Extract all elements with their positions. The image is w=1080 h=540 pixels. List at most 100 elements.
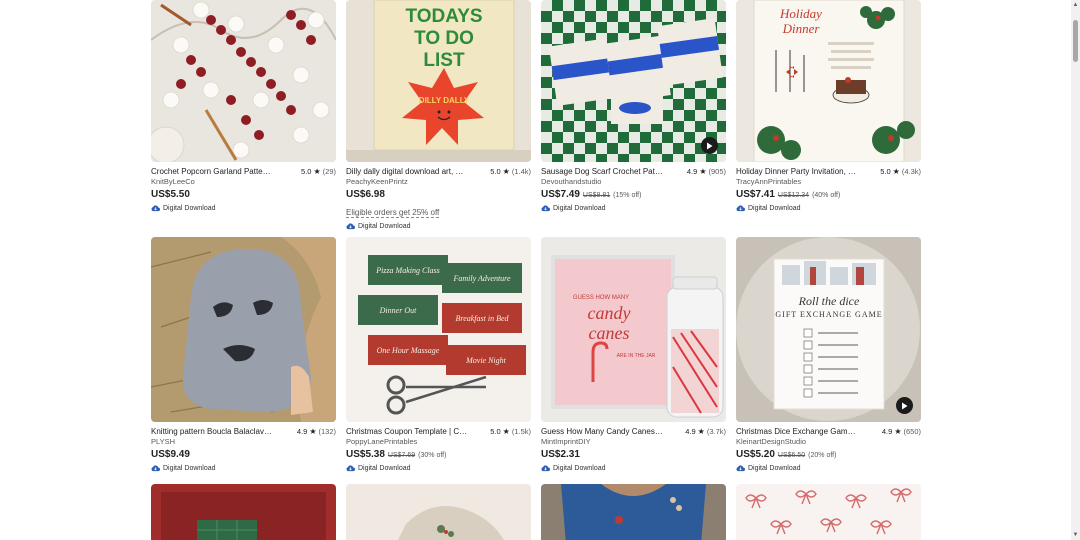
listing-card[interactable] [736,484,921,540]
listing-title[interactable]: Holiday Dinner Party Invitation, … [736,167,856,176]
digital-download-badge: Digital Download [151,463,336,473]
listing-card[interactable]: TODAYS TO DO LIST DILLY DALLY Dilly dall… [346,0,531,231]
rating-value: 4.9 [881,427,893,436]
listing-title[interactable]: Christmas Dice Exchange Game,… [736,427,858,436]
coupon-4: Breakfast in Bed [455,314,509,323]
listing-title[interactable]: Knitting pattern Boucla Balaclav… [151,427,272,436]
star-icon: ★ [894,426,902,436]
listing-card[interactable]: Roll the dice GIFT EXCHANGE GAME Christm… [736,237,921,473]
dice-title2: GIFT EXCHANGE GAME [775,310,882,319]
cloud-download-icon [346,223,355,230]
scrollbar-thumb[interactable] [1073,20,1078,62]
review-count: (29) [322,167,336,176]
digital-download-label: Digital Download [748,464,801,472]
listing-price: US$5.20 [736,449,775,460]
listing-title[interactable]: Christmas Coupon Template | C… [346,427,467,436]
coupon-1: Pizza Making Class [375,266,440,275]
discount-label: (20% off) [808,452,837,459]
candy-jar-text: ARE IN THE JAR [617,353,656,359]
scroll-up-arrow-icon[interactable]: ▲ [1072,2,1079,8]
listing-rating: 5.0 ★ (29) [301,167,336,176]
star-icon: ★ [697,426,705,436]
digital-download-badge: Digital Download [346,221,531,231]
listing-image[interactable]: TODAYS TO DO LIST DILLY DALLY [346,0,531,162]
digital-download-label: Digital Download [163,204,216,212]
listing-rating: 4.9 ★ (3.7k) [685,427,726,436]
listing-image[interactable] [151,484,336,540]
coupon-3: Dinner Out [379,306,417,315]
cloud-download-icon [346,465,355,472]
listing-image[interactable] [736,484,921,540]
listing-image[interactable]: Roll the dice GIFT EXCHANGE GAME [736,237,921,422]
listing-image[interactable] [151,237,336,422]
discount-label: (15% off) [613,192,642,199]
original-price: US$12.34 [777,192,810,199]
review-count: (132) [318,427,336,436]
review-count: (3.7k) [706,427,726,436]
listing-card[interactable] [541,484,726,540]
rating-value: 4.9 [296,427,308,436]
listing-card[interactable] [151,484,336,540]
review-count: (4.3k) [901,167,921,176]
dinner-title2: Dinner [782,21,821,36]
star-icon: ★ [313,166,321,176]
listing-rating: 5.0 ★ (1.5k) [490,427,531,436]
listing-price: US$5.38 [346,449,385,460]
listing-title[interactable]: Crochet Popcorn Garland Patter… [151,167,273,176]
listing-card[interactable]: Holiday Dinner Holiday Dinner Party Invi… [736,0,921,213]
listing-title[interactable]: Guess How Many Candy Canes … [541,427,663,436]
shop-name: MintImprintDIY [541,437,591,446]
digital-download-label: Digital Download [163,464,216,472]
listing-price: US$2.31 [541,449,580,460]
digital-download-label: Digital Download [553,464,606,472]
listing-card[interactable]: Pizza Making Class Family Adventure Dinn… [346,237,531,473]
listing-rating: 4.9 ★ (132) [297,427,336,436]
shop-name: PeachyKeenPrintz [346,177,408,186]
listing-rating: 4.9 ★ (650) [882,427,921,436]
listing-title[interactable]: Sausage Dog Scarf Crochet Patt… [541,167,663,176]
listing-image[interactable]: GUESS HOW MANY candy canes ARE IN THE JA… [541,237,726,422]
listing-price: US$9.49 [151,449,190,460]
digital-download-label: Digital Download [553,204,606,212]
digital-download-badge: Digital Download [541,203,726,213]
rating-value: 5.0 [490,427,501,436]
play-video-button[interactable] [896,397,913,414]
listing-image[interactable] [151,0,336,162]
listing-card[interactable] [346,484,531,540]
digital-download-badge: Digital Download [151,203,336,213]
listing-title[interactable]: Dilly dally digital download art, … [346,167,463,176]
shop-name: TracyAnnPrintables [736,177,802,186]
dice-title1: Roll the dice [798,294,860,308]
review-count: (650) [903,427,921,436]
listing-price: US$7.41 [736,189,775,200]
promo-text[interactable]: Eligible orders get 25% off [346,208,440,218]
listing-card[interactable]: Sausage Dog Scarf Crochet Patt… 4.9 ★ (905… [541,0,726,213]
rating-value: 5.0 [301,167,312,176]
listing-image[interactable] [346,484,531,540]
original-price: US$8.81 [582,192,611,199]
todo-line1: TODAYS [405,6,482,27]
page-scrollbar[interactable]: ▲ ▼ [1071,0,1080,540]
listing-image[interactable]: Holiday Dinner [736,0,921,162]
cloud-download-icon [151,205,160,212]
digital-download-label: Digital Download [358,464,411,472]
star-icon: ★ [502,426,510,436]
listing-rating: 5.0 ★ (4.3k) [880,167,921,176]
original-price: US$6.50 [777,452,806,459]
listing-card[interactable]: Crochet Popcorn Garland Patter… 5.0 ★ (29)… [151,0,336,213]
listing-card[interactable]: Knitting pattern Boucla Balaclav… 4.9 ★ (1… [151,237,336,473]
listing-card[interactable]: GUESS HOW MANY candy canes ARE IN THE JA… [541,237,726,473]
cloud-download-icon [736,205,745,212]
listing-image[interactable] [541,484,726,540]
shop-name: PLYSH [151,437,176,446]
play-video-button[interactable] [701,137,718,154]
play-icon [902,402,908,409]
listing-image[interactable] [541,0,726,162]
listing-image[interactable]: Pizza Making Class Family Adventure Dinn… [346,237,531,422]
digital-download-badge: Digital Download [736,203,921,213]
scroll-down-arrow-icon[interactable]: ▼ [1072,532,1079,538]
rating-value: 4.9 [685,427,696,436]
listing-price: US$5.50 [151,189,190,200]
digital-download-badge: Digital Download [736,463,921,473]
rating-value: 5.0 [880,167,891,176]
